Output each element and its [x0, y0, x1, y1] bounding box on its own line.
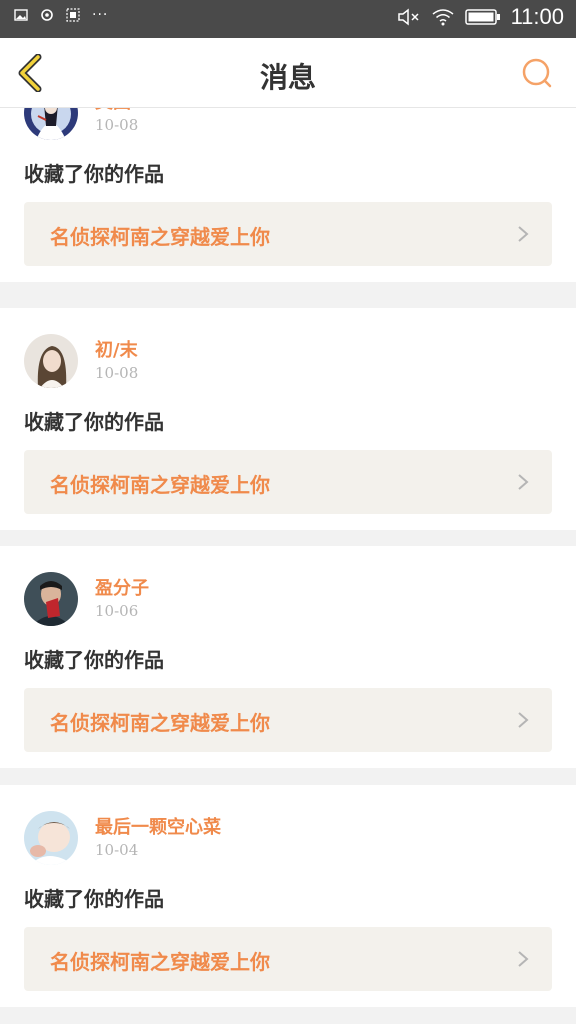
message-card: 最后一颗空心菜 10-04 收藏了你的作品 名侦探柯南之穿越爱上你: [0, 785, 576, 1007]
status-right-icons: 11:00: [397, 4, 564, 30]
work-title: 名侦探柯南之穿越爱上你: [50, 225, 270, 249]
avatar[interactable]: [24, 572, 78, 626]
username[interactable]: 最后一颗空心菜: [95, 813, 221, 839]
username[interactable]: 盈分子: [95, 574, 149, 600]
battery-icon: [464, 9, 500, 25]
work-title: 名侦探柯南之穿越爱上你: [50, 473, 270, 497]
work-title: 名侦探柯南之穿越爱上你: [50, 711, 270, 735]
status-bar: ··· 11:00: [0, 0, 576, 38]
avatar[interactable]: [24, 811, 78, 865]
title-bar: 消息: [0, 38, 576, 108]
action-text: 收藏了你的作品: [24, 887, 164, 911]
chevron-right-icon: [518, 712, 529, 728]
action-text: 收藏了你的作品: [24, 162, 164, 186]
work-link[interactable]: 名侦探柯南之穿越爱上你: [24, 202, 552, 266]
chevron-right-icon: [518, 474, 529, 490]
search-icon[interactable]: [520, 56, 554, 90]
mute-icon: [397, 8, 419, 26]
wifi-icon: [432, 9, 454, 26]
chevron-right-icon: [518, 226, 529, 242]
work-link[interactable]: 名侦探柯南之穿越爱上你: [24, 688, 552, 752]
message-card: 美国 10-08 收藏了你的作品 名侦探柯南之穿越爱上你: [0, 108, 576, 282]
message-date: 10-08: [95, 364, 139, 382]
sync-icon: [41, 9, 53, 21]
work-title: 名侦探柯南之穿越爱上你: [50, 950, 270, 974]
work-link[interactable]: 名侦探柯南之穿越爱上你: [24, 927, 552, 991]
chevron-right-icon: [518, 951, 529, 967]
action-text: 收藏了你的作品: [24, 410, 164, 434]
avatar[interactable]: [24, 334, 78, 388]
message-date: 10-06: [95, 602, 139, 620]
image-icon: [14, 9, 28, 21]
avatar[interactable]: [24, 108, 78, 140]
message-card: 初/末 10-08 收藏了你的作品 名侦探柯南之穿越爱上你: [0, 308, 576, 530]
message-list[interactable]: 美国 10-08 收藏了你的作品 名侦探柯南之穿越爱上你 初/末 10-08 收…: [0, 108, 576, 1024]
username[interactable]: 初/末: [95, 336, 138, 362]
more-notifications-dots: ···: [92, 7, 109, 23]
status-left-icons: ···: [14, 8, 108, 22]
message-date: 10-08: [95, 116, 139, 134]
message-card: 盈分子 10-06 收藏了你的作品 名侦探柯南之穿越爱上你: [0, 546, 576, 768]
work-link[interactable]: 名侦探柯南之穿越爱上你: [24, 450, 552, 514]
clock: 11:00: [510, 4, 564, 29]
message-date: 10-04: [95, 841, 139, 859]
page-title: 消息: [259, 61, 316, 94]
action-text: 收藏了你的作品: [24, 648, 164, 672]
screenshot-icon: [66, 8, 80, 22]
username[interactable]: 美国: [95, 108, 131, 114]
